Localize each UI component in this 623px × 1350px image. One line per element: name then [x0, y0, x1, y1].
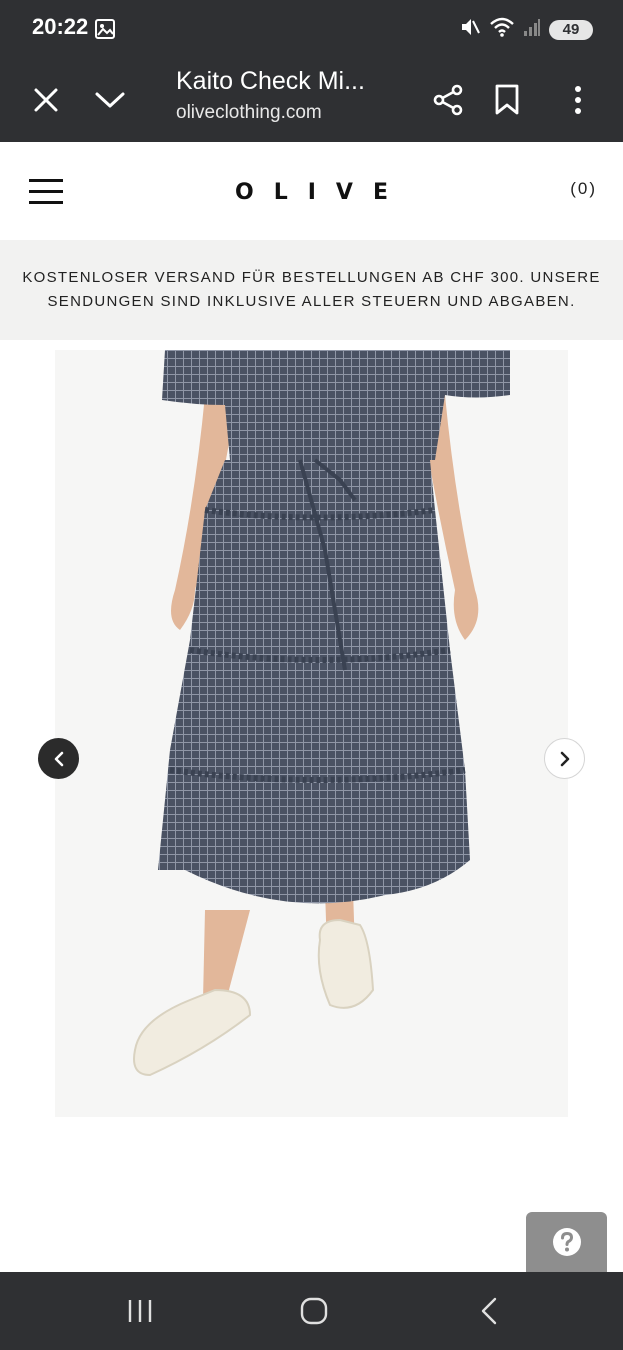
back-icon[interactable] [464, 1288, 514, 1334]
carousel-prev-button[interactable] [38, 738, 79, 779]
site-header: OLIVE (0) [0, 142, 623, 240]
close-icon[interactable] [24, 78, 68, 122]
page-title[interactable]: Kaito Check Mi... [176, 67, 365, 96]
shipping-banner: KOSTENLOSER VERSAND FÜR BESTELLUNGEN AB … [0, 240, 623, 340]
status-time: 20:22 [32, 14, 89, 39]
recent-apps-icon[interactable] [115, 1288, 165, 1334]
system-nav-bar [0, 1272, 623, 1350]
gallery-icon [94, 18, 116, 45]
chevron-down-icon[interactable] [88, 78, 132, 122]
mute-icon [459, 16, 481, 43]
status-bar: 20:22 49 [0, 0, 623, 58]
carousel-next-button[interactable] [544, 738, 585, 779]
site-logo[interactable]: OLIVE [0, 180, 623, 205]
wifi-icon [489, 16, 515, 43]
banner-line-1: KOSTENLOSER VERSAND FÜR BESTELLUNGEN AB … [22, 269, 601, 286]
cart-count[interactable]: (0) [570, 179, 597, 199]
skirt-photo [55, 350, 568, 1117]
more-vert-icon[interactable] [556, 78, 600, 122]
share-icon[interactable] [426, 78, 470, 122]
battery-level: 49 [562, 21, 580, 38]
home-icon[interactable] [289, 1288, 339, 1334]
chevron-left-icon [54, 751, 63, 766]
banner-line-2: SENDUNGEN SIND INKLUSIVE ALLER STEUERN U… [47, 293, 576, 310]
product-image[interactable] [55, 350, 568, 1117]
question-icon [552, 1228, 581, 1256]
browser-toolbar: Kaito Check Mi... oliveclothing.com [0, 58, 623, 142]
page-url[interactable]: oliveclothing.com [176, 102, 322, 124]
help-button[interactable] [526, 1212, 607, 1272]
bookmark-icon[interactable] [485, 78, 529, 122]
chevron-right-icon [560, 751, 569, 766]
signal-icon [523, 17, 541, 42]
battery-icon: 49 [549, 19, 593, 40]
